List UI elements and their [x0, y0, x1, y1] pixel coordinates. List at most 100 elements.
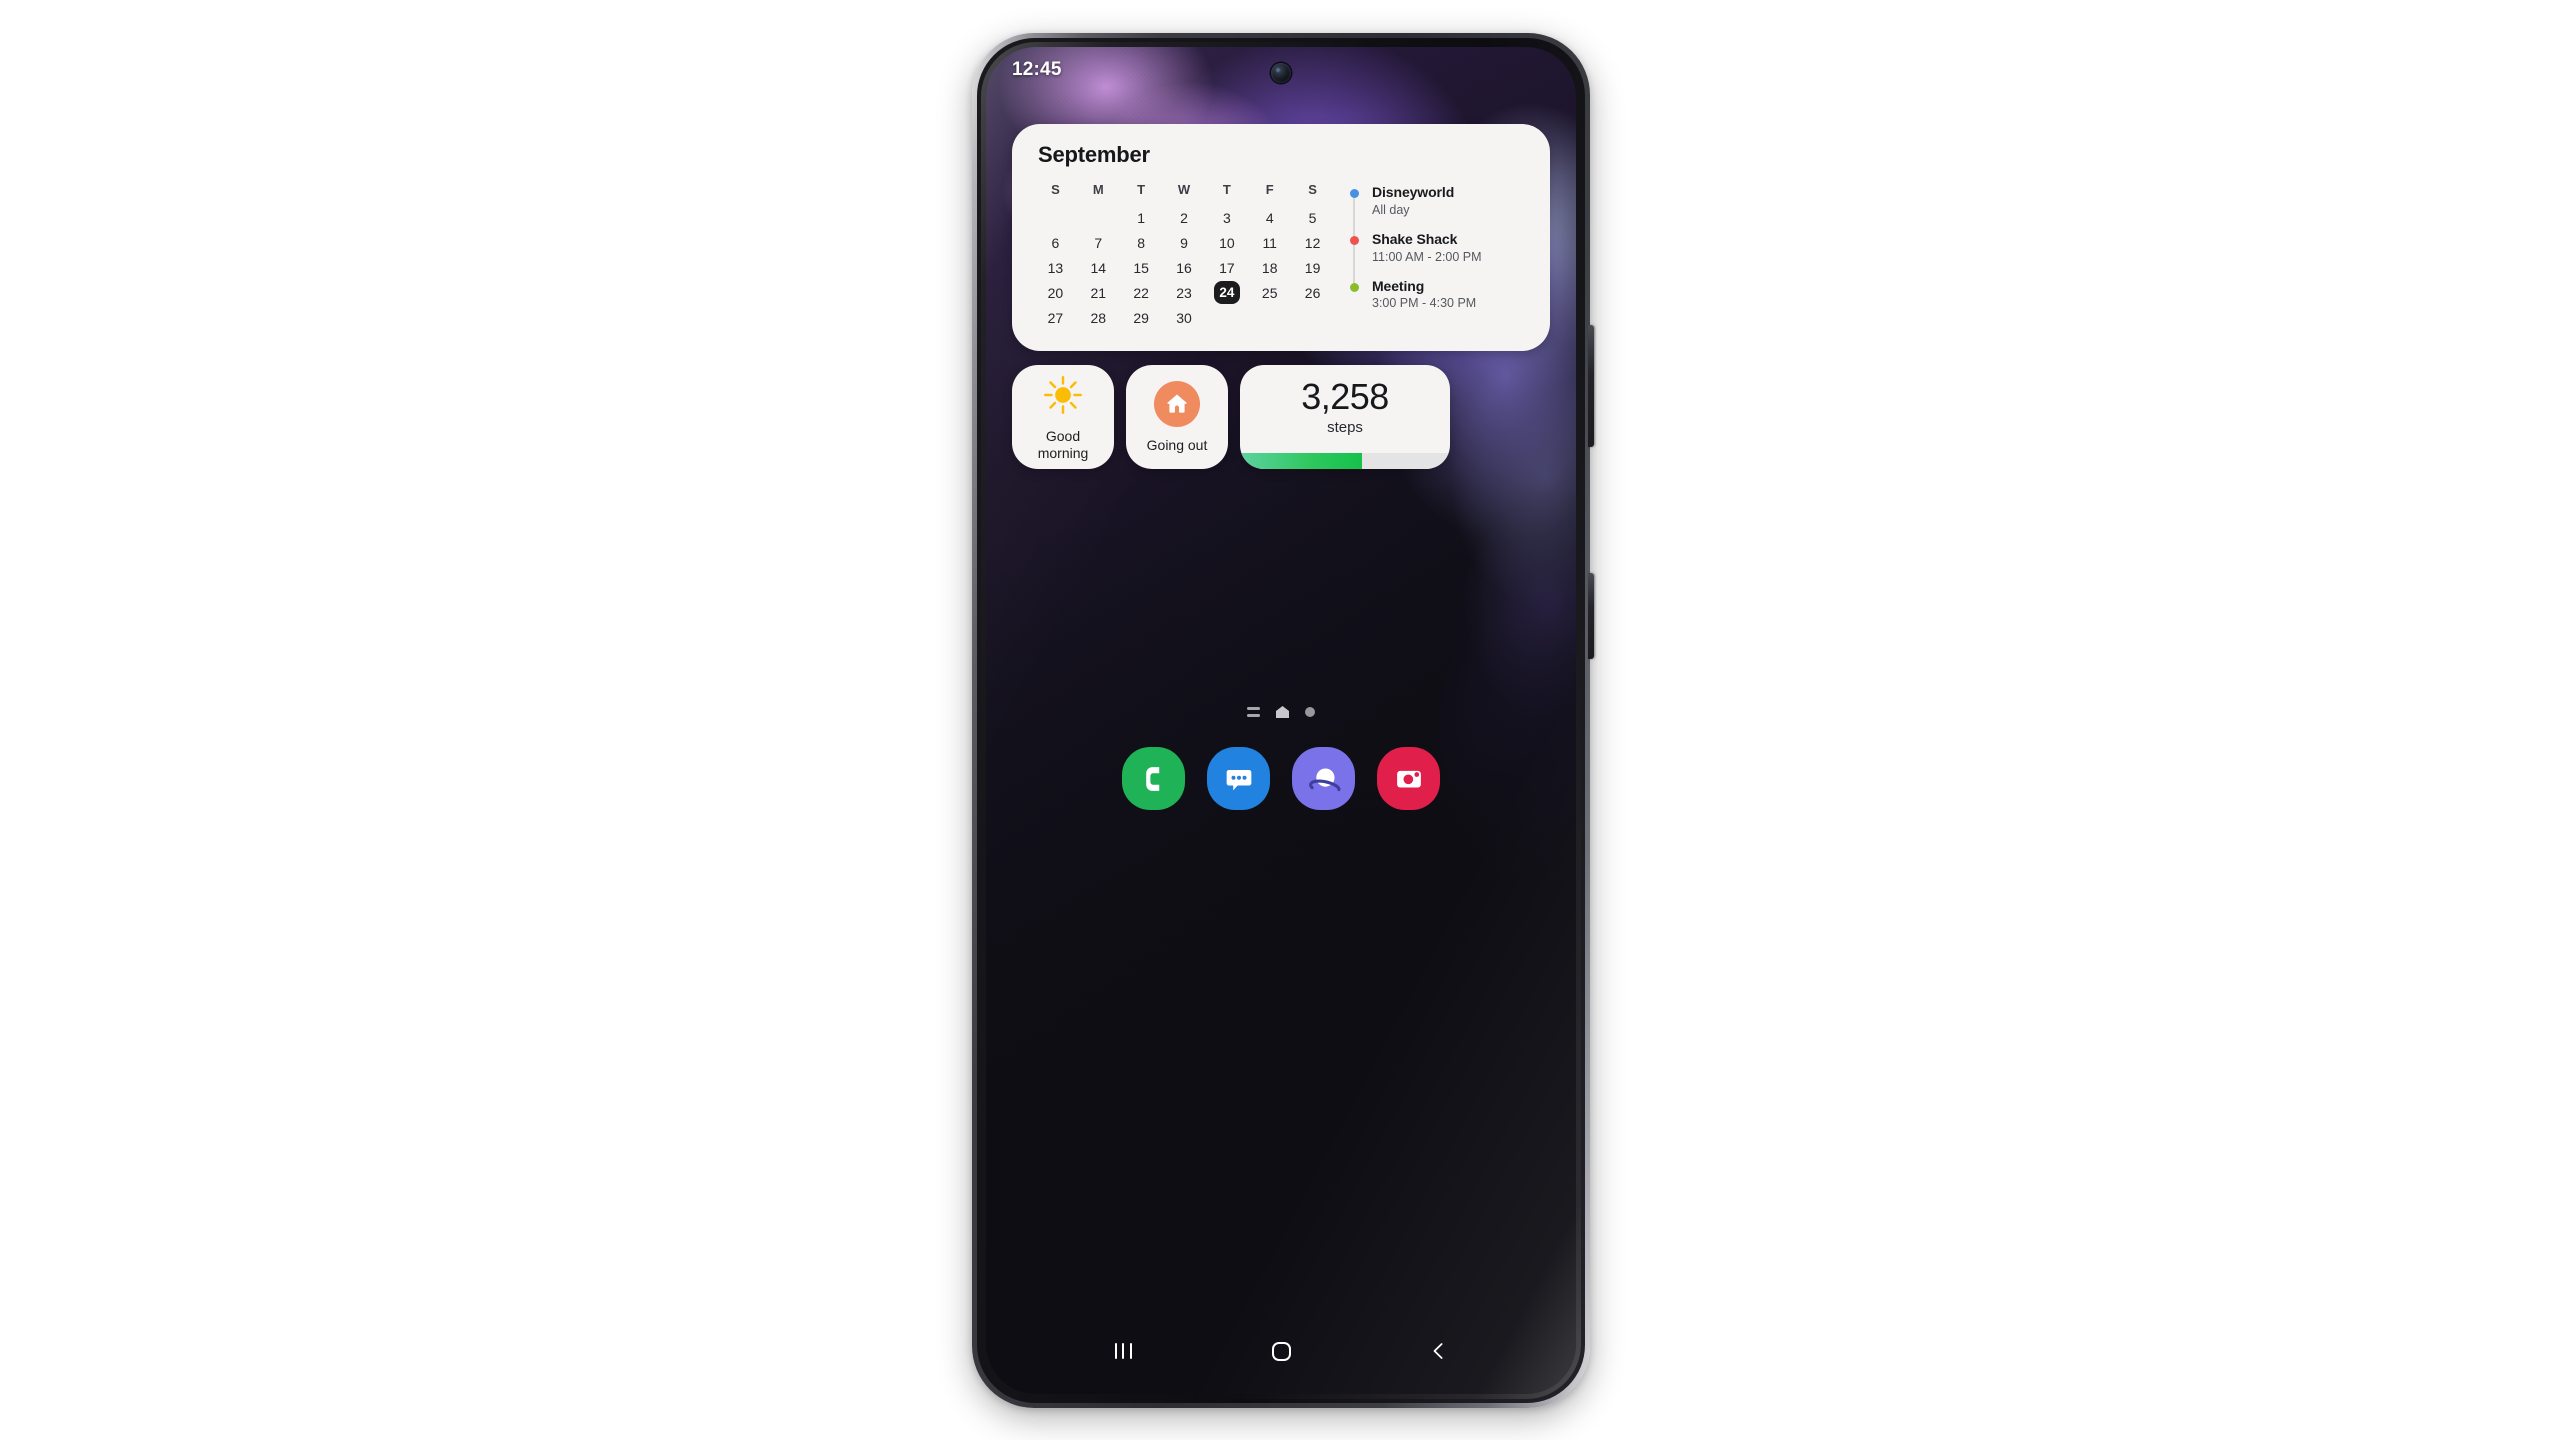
- power-button[interactable]: [1588, 573, 1594, 659]
- calendar-body: S M T W T F S 1 2 3 4 5 6 7 8 9 10 11 12 13 14 15 16 17 1…: [1034, 182, 1528, 331]
- routine-widget-good-morning[interactable]: Good morning: [1012, 365, 1114, 469]
- steps-progress-fill: [1240, 453, 1362, 469]
- steps-widget[interactable]: 3,258 steps: [1240, 365, 1450, 469]
- event-color-dot: [1350, 235, 1359, 245]
- calendar-day[interactable]: 29: [1120, 306, 1163, 329]
- calendar-day-empty: [1248, 306, 1291, 329]
- event-time: 3:00 PM - 4:30 PM: [1372, 296, 1477, 311]
- calendar-day[interactable]: 8: [1120, 231, 1163, 254]
- calendar-week-row: 6 7 8 9 10 11 12: [1034, 231, 1334, 254]
- calendar-day[interactable]: 26: [1291, 281, 1334, 304]
- calendar-weekday: W: [1177, 182, 1191, 197]
- calendar-day[interactable]: 15: [1120, 256, 1163, 279]
- routine-widget-label: Good morning: [1038, 428, 1089, 461]
- calendar-day[interactable]: 27: [1034, 306, 1077, 329]
- calendar-month-title: September: [1038, 142, 1150, 167]
- calendar-weekday: T: [1137, 182, 1146, 197]
- phone-device: 12:45 September S M T W T F S 1 2 3 4 5 …: [972, 33, 1594, 1408]
- dock-app-camera[interactable]: [1377, 747, 1440, 810]
- page-indicator-dot-icon[interactable]: [1305, 707, 1315, 717]
- calendar-week-row: 13 14 15 16 17 18 19: [1034, 256, 1334, 279]
- page-indicator-lines-icon[interactable]: [1247, 707, 1260, 717]
- house-icon-glyph: [1167, 394, 1187, 413]
- navigation-bar: [986, 1324, 1576, 1378]
- page-indicator-home-icon[interactable]: [1276, 706, 1289, 718]
- calendar-day[interactable]: 22: [1120, 281, 1163, 304]
- front-camera-punch-hole: [1271, 63, 1291, 83]
- event-time: 11:00 AM - 2:00 PM: [1372, 249, 1482, 264]
- nav-back-button[interactable]: [1412, 1324, 1466, 1378]
- calendar-week-row: 20 21 22 23 24 25 26: [1034, 281, 1334, 304]
- event-title: Meeting: [1372, 277, 1425, 294]
- steps-count: 3,258: [1301, 376, 1389, 417]
- routine-widget-going-out[interactable]: Going out: [1126, 365, 1228, 469]
- calendar-day[interactable]: 23: [1163, 281, 1206, 304]
- dock-app-phone[interactable]: [1122, 747, 1185, 810]
- event-time: All day: [1372, 202, 1410, 217]
- nav-home-button[interactable]: [1254, 1324, 1308, 1378]
- calendar-day[interactable]: 16: [1163, 256, 1206, 279]
- message-icon: [1226, 769, 1251, 790]
- calendar-day[interactable]: 30: [1163, 306, 1206, 329]
- calendar-events-list: Disneyworld All day Shake Shack 11:00 AM - …: [1334, 182, 1528, 311]
- calendar-day[interactable]: 1: [1120, 206, 1163, 229]
- calendar-week-rows: 1 2 3 4 5 6 7 8 9 10 11 12 13 14 15 16 17 18 19 20 21 22 23 24 2…: [1034, 206, 1334, 329]
- dock-app-messages[interactable]: [1207, 747, 1270, 810]
- calendar-day[interactable]: 6: [1034, 231, 1077, 254]
- volume-button[interactable]: [1588, 325, 1594, 447]
- calendar-event-item[interactable]: Meeting 3:00 PM - 4:30 PM: [1350, 278, 1528, 312]
- calendar-day[interactable]: 11: [1248, 231, 1291, 254]
- event-color-dot: [1350, 282, 1359, 292]
- calendar-day[interactable]: 13: [1034, 256, 1077, 279]
- events-container: Disneyworld All day Shake Shack 11:00 AM - …: [1350, 184, 1528, 311]
- calendar-day[interactable]: 3: [1205, 206, 1248, 229]
- calendar-day-selected[interactable]: 24: [1205, 281, 1248, 304]
- phone-icon: [1145, 766, 1159, 791]
- calendar-day[interactable]: 25: [1248, 281, 1291, 304]
- calendar-day[interactable]: 10: [1205, 231, 1248, 254]
- calendar-day[interactable]: 2: [1163, 206, 1206, 229]
- calendar-day-selected-label: 24: [1213, 281, 1240, 304]
- screenshot-canvas: 12:45 September S M T W T F S 1 2 3 4 5 …: [0, 0, 2560, 1440]
- calendar-day-empty: [1205, 306, 1248, 329]
- page-indicator: [986, 706, 1576, 718]
- calendar-day-empty: [1077, 206, 1120, 229]
- calendar-grid: S M T W T F S 1 2 3 4 5 6 7 8 9 10 11 12 13 14 15 16 17 1…: [1034, 182, 1334, 331]
- house-icon: [1154, 380, 1200, 427]
- calendar-day[interactable]: 7: [1077, 231, 1120, 254]
- calendar-day[interactable]: 18: [1248, 256, 1291, 279]
- calendar-day[interactable]: 19: [1291, 256, 1334, 279]
- calendar-event-item[interactable]: Shake Shack 11:00 AM - 2:00 PM: [1350, 231, 1528, 265]
- back-chevron-icon: [1433, 1343, 1443, 1359]
- steps-progress-track: [1240, 453, 1450, 469]
- calendar-weekday: S: [1308, 182, 1317, 197]
- home-screen-widget-layer: September S M T W T F S 1 2 3 4 5 6 7 8 …: [986, 47, 1576, 1394]
- calendar-weekday: F: [1265, 182, 1274, 197]
- routine-label-line2: morning: [1037, 445, 1089, 461]
- calendar-day[interactable]: 20: [1034, 281, 1077, 304]
- dock-app-internet[interactable]: [1292, 747, 1355, 810]
- routine-widget-label: Going out: [1146, 436, 1208, 453]
- recents-icon: [1114, 1343, 1132, 1359]
- calendar-day[interactable]: 9: [1163, 231, 1206, 254]
- calendar-week-row: 12345: [1034, 206, 1334, 229]
- calendar-weekday: T: [1222, 182, 1231, 197]
- calendar-day[interactable]: 12: [1291, 231, 1334, 254]
- calendar-weekday-header-row: S M T W T F S: [1034, 182, 1334, 197]
- calendar-event-item[interactable]: Disneyworld All day: [1350, 184, 1528, 218]
- phone-screen: 12:45 September S M T W T F S 1 2 3 4 5 …: [986, 47, 1576, 1394]
- calendar-day[interactable]: 5: [1291, 206, 1334, 229]
- calendar-day[interactable]: 21: [1077, 281, 1120, 304]
- calendar-day[interactable]: 28: [1077, 306, 1120, 329]
- calendar-day[interactable]: 14: [1077, 256, 1120, 279]
- calendar-day[interactable]: 4: [1248, 206, 1291, 229]
- dock: [986, 747, 1576, 810]
- camera-icon: [1396, 770, 1421, 788]
- calendar-weekday: M: [1092, 182, 1104, 197]
- nav-recents-button[interactable]: [1096, 1324, 1150, 1378]
- calendar-day-empty: [1034, 206, 1077, 229]
- event-title: Shake Shack: [1372, 230, 1458, 247]
- calendar-widget[interactable]: September S M T W T F S 1 2 3 4 5 6 7 8 …: [1012, 124, 1550, 351]
- event-color-dot: [1350, 189, 1359, 198]
- calendar-day[interactable]: 17: [1205, 256, 1248, 279]
